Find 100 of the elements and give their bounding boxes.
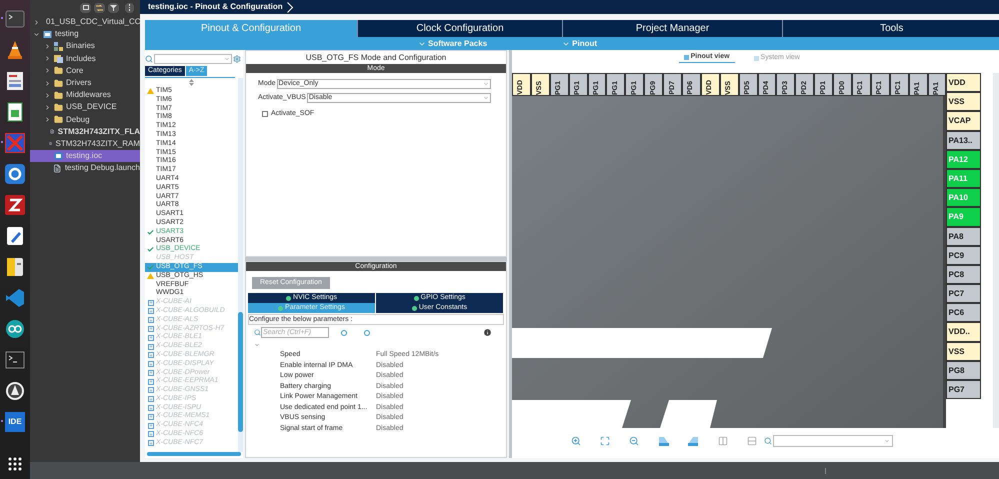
main-tab[interactable]: Clock Configuration [358, 20, 563, 37]
caret-icon [483, 81, 489, 88]
collapse-icon[interactable] [33, 18, 40, 26]
tree-item[interactable]: STM32H743ZITX_FLA [30, 126, 140, 138]
main-tab[interactable]: Project Manager [563, 20, 783, 37]
checkbox[interactable] [262, 111, 268, 118]
pin[interactable]: PG7 [946, 380, 982, 400]
expand-box-icon[interactable] [148, 308, 154, 314]
tree-item[interactable]: Core [30, 64, 140, 77]
expand-box-icon[interactable] [148, 405, 154, 412]
expand-box-icon[interactable] [148, 414, 154, 420]
collapse-icon[interactable] [44, 42, 51, 50]
pin[interactable]: VCAP [946, 111, 982, 131]
tree-item[interactable]: 01_USB_CDC_Virtual_CC [30, 16, 140, 28]
pin[interactable]: PC7 [946, 284, 982, 304]
terminal-icon[interactable] [5, 10, 25, 28]
expand-box-icon[interactable] [148, 378, 154, 385]
pin[interactable]: PC6 [946, 303, 982, 322]
expand-box-icon[interactable] [148, 387, 154, 394]
tree-item[interactable]: Includes [30, 52, 140, 65]
expand-box-icon[interactable] [148, 300, 154, 306]
horizontal-scrollbar[interactable] [147, 452, 241, 456]
tree-item-label: testing.ioc [66, 151, 102, 162]
expand-box-icon[interactable] [148, 344, 154, 350]
settings-icon[interactable] [233, 55, 241, 63]
zoom-out-icon[interactable] [629, 436, 639, 446]
expand-box-icon[interactable] [148, 352, 154, 358]
vertical-split-icon[interactable] [718, 436, 728, 446]
expand-box-icon[interactable] [148, 326, 154, 332]
expand-box-icon[interactable] [148, 334, 154, 341]
tree-item-label: STM32H743ZITX_RAM [56, 138, 140, 149]
tree-item-label: testing Debug.launch [64, 163, 140, 174]
collapse-icon[interactable] [44, 104, 51, 111]
expand-icon[interactable] [33, 30, 40, 38]
fit-icon[interactable] [600, 436, 610, 446]
tree-item[interactable]: Debug [30, 114, 140, 126]
info-icon[interactable] [483, 328, 492, 337]
tree-item[interactable]: STM32H743ZITX_RAM [30, 138, 140, 150]
rotate-right-icon[interactable] [688, 436, 699, 446]
collapse-icon[interactable] [44, 55, 51, 62]
collapse-icon[interactable] [44, 116, 51, 124]
tree-item[interactable]: testing [30, 28, 140, 40]
filter-icon[interactable] [108, 2, 119, 12]
expand-box-icon[interactable] [148, 361, 154, 368]
next-icon[interactable] [364, 330, 370, 336]
menu-icon[interactable] [125, 2, 134, 12]
previous-icon[interactable] [341, 330, 347, 336]
pin-search-field[interactable] [773, 435, 893, 447]
ioc-file-icon [54, 152, 63, 160]
expand-box-icon[interactable] [148, 440, 154, 446]
collapse-icon[interactable] [44, 92, 51, 99]
expand-box-icon[interactable] [148, 431, 154, 438]
pin[interactable]: PC8 [946, 264, 982, 284]
pin[interactable]: VSS [946, 342, 982, 361]
folder-icon [54, 102, 63, 112]
expand-box-icon[interactable] [148, 422, 154, 429]
expand-box-icon[interactable] [148, 370, 154, 376]
pin[interactable]: PC9 [946, 246, 982, 265]
includes-icon [54, 54, 63, 64]
tree-item[interactable]: Middlewares [30, 89, 140, 102]
main-tab[interactable]: Tools [783, 20, 999, 37]
collapse-icon[interactable] [44, 80, 51, 87]
collapse-all-icon[interactable] [80, 2, 91, 12]
tree-item[interactable]: Binaries [30, 40, 140, 53]
ide-icon[interactable]: IDE [5, 412, 25, 432]
spreadsheet-icon[interactable] [7, 102, 23, 122]
horizontal-split-icon[interactable] [747, 436, 757, 446]
code-editor-icon[interactable] [5, 288, 25, 308]
pin[interactable]: PA13.. [946, 130, 982, 150]
warning-icon [147, 88, 154, 94]
tree-item[interactable]: Drivers [30, 76, 140, 90]
pin[interactable]: PA8 [946, 226, 982, 246]
search-icon[interactable] [764, 437, 772, 445]
expand-box-icon[interactable] [148, 396, 154, 402]
sort-icon[interactable] [189, 79, 194, 86]
notes-icon[interactable] [6, 256, 24, 276]
tree-item[interactable]: testing Debug.launch [30, 162, 140, 174]
document-icon[interactable] [6, 70, 24, 90]
pin[interactable]: VDD.. [946, 322, 982, 342]
scrollbar[interactable] [238, 78, 243, 452]
pin[interactable]: VDD [946, 73, 982, 92]
pin[interactable]: PG8 [946, 360, 982, 380]
search-field[interactable] [154, 54, 232, 64]
app-grid-icon[interactable] [8, 457, 22, 471]
pin[interactable]: VSS [946, 92, 982, 112]
tree-item[interactable]: USB_DEVICE [30, 101, 140, 114]
cone-icon[interactable] [6, 40, 24, 60]
search-icon[interactable] [254, 329, 261, 336]
search-icon[interactable] [145, 55, 153, 63]
pen-icon[interactable] [6, 226, 24, 246]
panel-title: USB_OTG_FS Mode and Configuration [304, 52, 448, 64]
collapse-icon[interactable] [44, 67, 51, 74]
tree-item[interactable]: testing.ioc [30, 150, 140, 162]
rotate-left-icon[interactable] [658, 436, 669, 446]
file-icon [53, 164, 62, 173]
console-icon[interactable] [5, 350, 25, 368]
link-icon[interactable] [94, 2, 105, 12]
zoom-in-icon[interactable] [571, 436, 581, 446]
expand-box-icon[interactable] [148, 317, 154, 324]
transfer-icon[interactable] [5, 194, 25, 214]
